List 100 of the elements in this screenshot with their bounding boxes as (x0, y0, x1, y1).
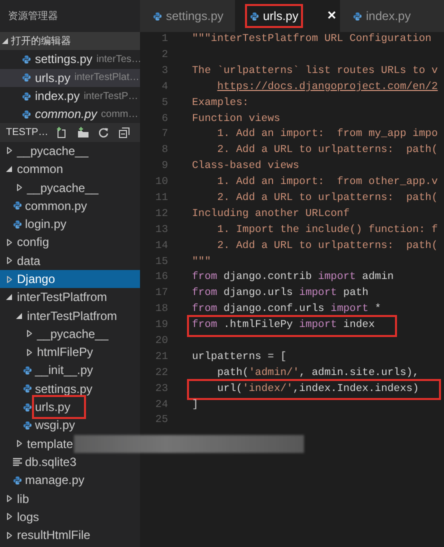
line-number: 9 (160, 159, 168, 174)
code-line: Examples: (192, 96, 249, 111)
chevron-down-icon[interactable] (6, 166, 12, 172)
chevron-right-icon[interactable] (6, 238, 12, 246)
tree-item[interactable]: logs (0, 508, 140, 526)
python-file-icon (12, 201, 22, 210)
line-number: 25 (154, 413, 168, 428)
file-name: __pycache__ (27, 180, 98, 197)
file-path: interTestPlat… (74, 71, 140, 86)
open-editor-item[interactable]: urls.py interTestPlat… (0, 68, 140, 87)
python-file-icon (22, 54, 31, 64)
line-number: 21 (154, 350, 168, 365)
chevron-down-icon[interactable] (2, 38, 8, 44)
chevron-right-icon[interactable] (6, 532, 12, 539)
file-name: logs (17, 508, 40, 526)
chevron-right-icon[interactable] (6, 513, 12, 520)
tree-item[interactable]: htmlFilePy (0, 343, 140, 362)
tree-item[interactable]: manage.py (0, 471, 140, 490)
tree-item[interactable]: login.py (0, 214, 140, 234)
python-file-icon (22, 73, 31, 82)
new-file-icon[interactable] (56, 127, 68, 138)
file-name: config (17, 234, 50, 252)
tree-item[interactable]: lib (0, 489, 140, 508)
line-number: 17 (154, 286, 168, 302)
python-file-icon (22, 420, 32, 430)
tree-item[interactable]: urls.py (0, 398, 140, 416)
chevron-right-icon[interactable] (16, 440, 22, 448)
open-editor-item[interactable]: index.py interTestP… (0, 86, 140, 106)
tree-item[interactable]: config (0, 233, 140, 252)
code-line: 2. Add a URL to urlpatterns: path( (216, 143, 438, 158)
line-number: 23 (154, 382, 168, 397)
tree-item[interactable]: settings.py (0, 380, 140, 398)
tree-item[interactable]: template (0, 434, 140, 453)
file-name: data (17, 252, 40, 270)
panel-title: 资源管理器 (8, 10, 58, 24)
tree-item[interactable]: Django (0, 270, 140, 288)
chevron-right-icon[interactable] (6, 257, 12, 264)
tree-item[interactable]: __init__.py (0, 361, 140, 380)
line-number: 13 (154, 222, 168, 238)
open-editor-item[interactable]: common.py comm… (0, 105, 140, 124)
open-editor-item[interactable]: settings.py interTes… (0, 50, 140, 69)
chevron-right-icon[interactable] (26, 330, 32, 338)
file-name: template (27, 436, 74, 453)
tree-item[interactable]: resultHtmlFile (0, 526, 140, 544)
line-number: 4 (160, 80, 168, 95)
code-line: Function views (192, 112, 280, 127)
file-name: common.py (35, 106, 98, 124)
file-name: index.py (35, 88, 80, 106)
python-file-icon (22, 384, 32, 394)
file-name: common.py (25, 198, 88, 215)
tree-item[interactable]: common.py (0, 196, 140, 215)
python-file-icon (22, 110, 31, 119)
chevron-right-icon[interactable] (26, 348, 32, 356)
file-path: comm… (101, 108, 138, 122)
code-line: from django.conf.urls import * (192, 302, 382, 318)
code-line: Class-based views (192, 159, 300, 174)
file-name: interTestPlatfrom (27, 308, 118, 325)
editor-tab[interactable]: urls.py × (235, 0, 340, 32)
tree-item[interactable]: __pycache__ (0, 324, 140, 344)
file-name: db.sqlite3 (25, 454, 76, 471)
text-file-icon (12, 458, 22, 466)
file-name: lib (17, 490, 30, 508)
code-line: 2. Add a URL to urlpatterns: path( (216, 190, 438, 206)
collapse-all-icon[interactable] (119, 127, 130, 138)
file-name: login.py (25, 216, 66, 234)
tree-item[interactable]: db.sqlite3 (0, 452, 140, 472)
line-number: 6 (160, 112, 168, 127)
tree-item[interactable]: interTestPlatfrom (0, 306, 140, 325)
code-line: https://docs.djangoproject.com/en/2 (216, 80, 438, 95)
chevron-down-icon[interactable] (16, 312, 22, 319)
file-name: __init__.py (35, 362, 94, 380)
line-number: 18 (154, 302, 168, 318)
tree-item[interactable]: interTestPlatfrom (0, 288, 140, 306)
editor-tab[interactable]: index.py (340, 0, 444, 32)
chevron-right-icon[interactable] (6, 495, 12, 502)
section-header[interactable]: 打开的编辑器 (0, 32, 140, 50)
close-icon[interactable]: × (327, 4, 336, 28)
line-number: 8 (160, 143, 168, 158)
chevron-right-icon[interactable] (16, 184, 22, 192)
chevron-right-icon[interactable] (6, 147, 12, 154)
code-line: ] (192, 398, 198, 413)
code-line: from django.contrib import admin (192, 270, 394, 286)
tree-item[interactable]: __pycache__ (0, 142, 140, 160)
tree-item[interactable]: data (0, 252, 140, 270)
line-number: 15 (154, 254, 168, 270)
python-file-icon (353, 12, 362, 20)
file-name: common (17, 161, 64, 178)
line-number: 10 (154, 175, 168, 190)
line-number: 20 (154, 334, 168, 349)
line-number: 7 (160, 127, 168, 142)
chevron-down-icon[interactable] (6, 294, 12, 300)
new-folder-icon[interactable] (77, 127, 90, 138)
tree-item[interactable]: common (0, 160, 140, 178)
python-file-icon (12, 476, 22, 485)
file-name: htmlFilePy (37, 344, 94, 362)
refresh-icon[interactable] (99, 127, 110, 138)
code-line: 1. Add an import: from other_app.v (216, 175, 438, 190)
editor-tab[interactable]: settings.py (140, 0, 235, 32)
file-name: interTestPlatfrom (17, 289, 108, 306)
tree-item[interactable]: __pycache__ (0, 178, 140, 197)
